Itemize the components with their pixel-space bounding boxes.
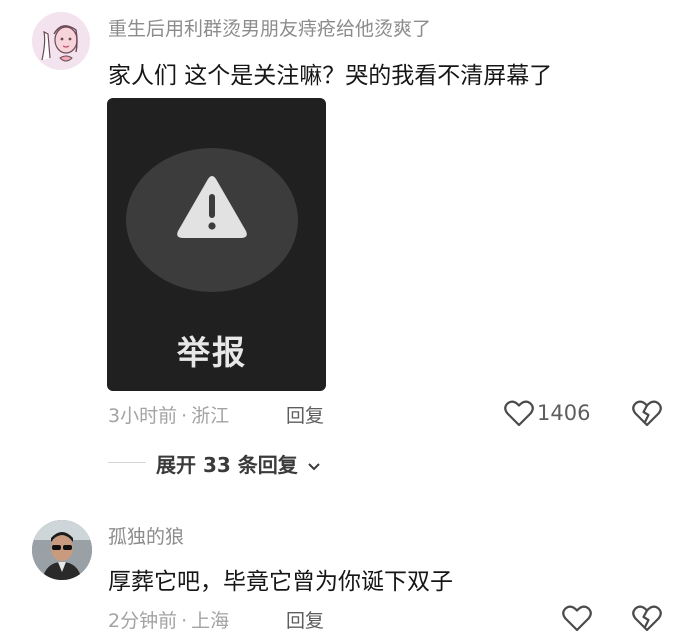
meta-separator: ·	[181, 405, 188, 427]
comment-meta: 2分钟前 · 上海	[108, 606, 229, 633]
comment-text: 厚葬它吧，毕竟它曾为你诞下双子	[108, 569, 453, 595]
comment-text: 家人们 这个是关注嘛？哭的我看不清屏幕了	[108, 63, 553, 89]
warning-triangle-icon	[175, 174, 249, 240]
dislike-broken-heart-icon[interactable]	[632, 605, 662, 632]
report-label: 举报	[177, 333, 247, 372]
comment-time: 3小时前	[108, 405, 178, 427]
meta-separator: ·	[181, 610, 188, 632]
avatar-photo	[32, 520, 92, 580]
like-heart-icon[interactable]	[504, 400, 534, 427]
avatar-illustration	[32, 12, 90, 70]
comment-location: 上海	[191, 610, 230, 632]
dislike-broken-heart-icon[interactable]	[632, 400, 662, 427]
reply-button[interactable]: 回复	[286, 606, 324, 633]
comment-username[interactable]: 孤独的狼	[108, 522, 184, 549]
like-heart-icon[interactable]	[562, 605, 592, 632]
reply-button[interactable]: 回复	[286, 401, 324, 428]
comment-image-card[interactable]: 举报	[107, 98, 326, 391]
like-count: 1406	[537, 401, 591, 425]
expand-replies-label: 展开 33 条回复	[156, 453, 298, 477]
expand-divider	[108, 462, 146, 463]
chevron-down-icon	[307, 462, 321, 472]
avatar[interactable]	[32, 520, 92, 580]
comment-meta: 3小时前 · 浙江	[108, 401, 229, 428]
comment-location: 浙江	[191, 405, 230, 427]
avatar[interactable]	[32, 12, 90, 70]
expand-replies-button[interactable]: 展开 33 条回复	[156, 449, 321, 478]
comment-username[interactable]: 重生后用利群烫男朋友痔疮给他烫爽了	[108, 14, 431, 41]
comment-time: 2分钟前	[108, 610, 178, 632]
